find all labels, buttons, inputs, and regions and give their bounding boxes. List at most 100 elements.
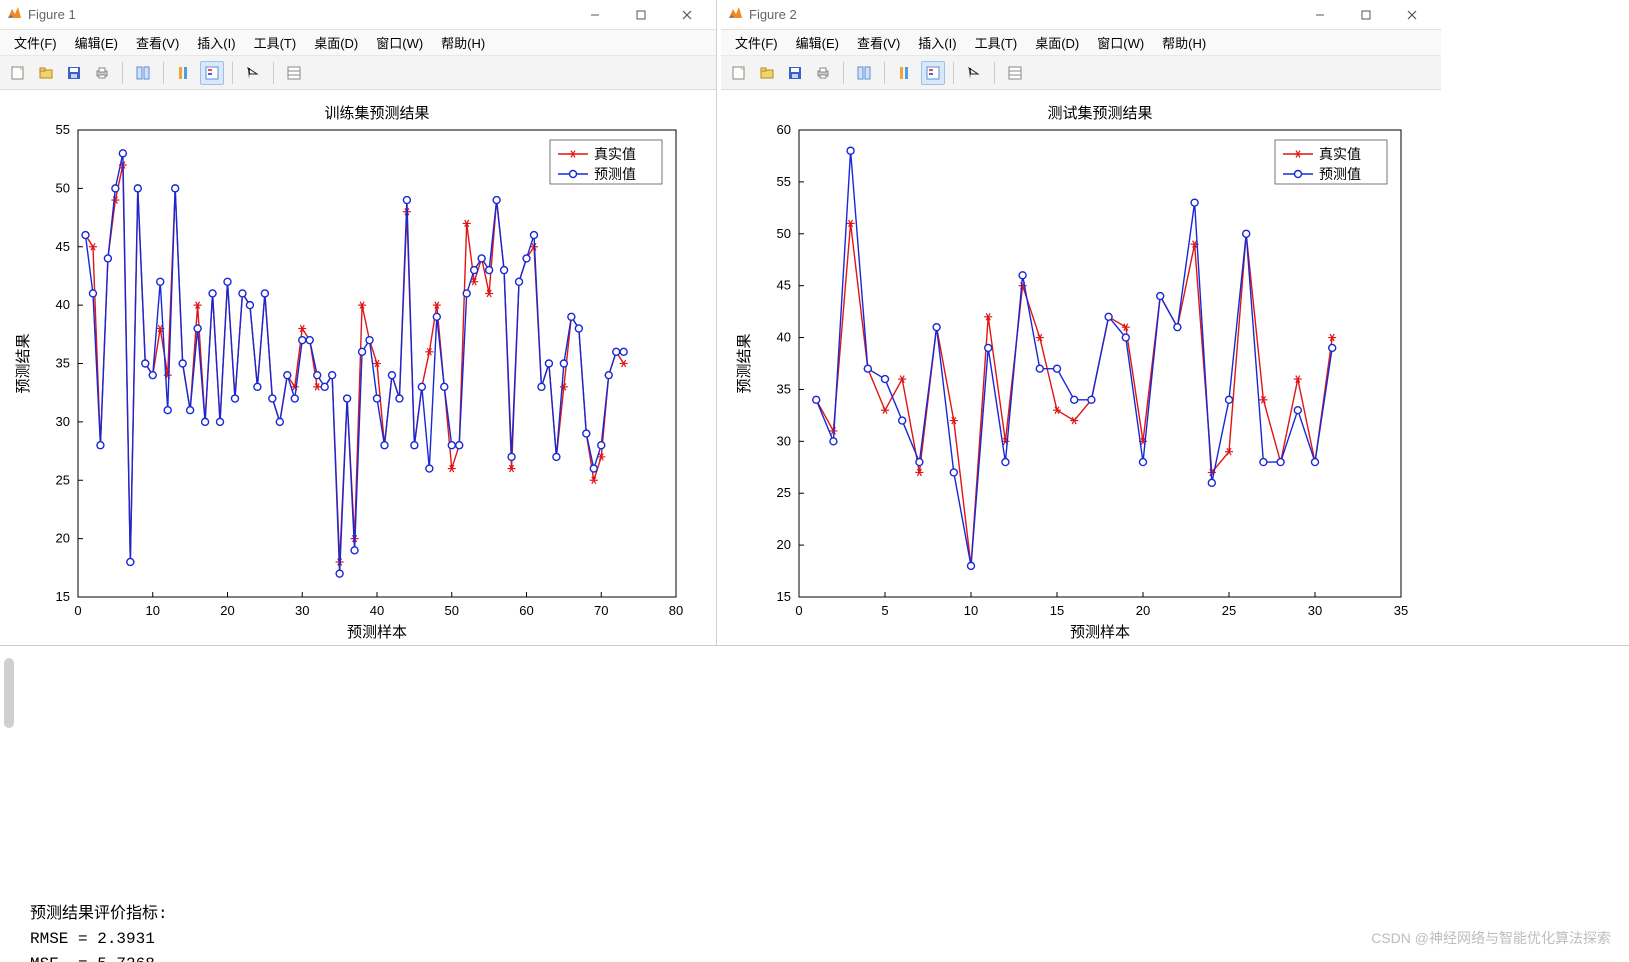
minimize-button[interactable] — [1297, 1, 1343, 29]
svg-text:25: 25 — [777, 485, 791, 500]
menu-edit[interactable]: 编辑(E) — [67, 31, 126, 54]
svg-text:70: 70 — [594, 603, 608, 618]
svg-text:0: 0 — [74, 603, 81, 618]
matlab-icon — [6, 5, 22, 24]
menu-desktop[interactable]: 桌面(D) — [306, 31, 366, 54]
menu-tools[interactable]: 工具(T) — [967, 31, 1026, 54]
menubar: 文件(F) 编辑(E) 查看(V) 插入(I) 工具(T) 桌面(D) 窗口(W… — [0, 30, 716, 56]
insert-legend-icon[interactable] — [921, 61, 945, 85]
window-title: Figure 2 — [749, 7, 797, 22]
menu-insert[interactable]: 插入(I) — [910, 31, 964, 54]
menu-file[interactable]: 文件(F) — [727, 31, 786, 54]
svg-text:45: 45 — [56, 239, 70, 254]
svg-text:40: 40 — [370, 603, 384, 618]
menu-desktop[interactable]: 桌面(D) — [1027, 31, 1087, 54]
svg-text:60: 60 — [519, 603, 533, 618]
titlebar: Figure 1 — [0, 0, 716, 30]
menu-help[interactable]: 帮助(H) — [433, 31, 493, 54]
svg-text:测试集预测结果: 测试集预测结果 — [1047, 105, 1152, 122]
svg-text:10: 10 — [964, 603, 978, 618]
minimize-button[interactable] — [572, 1, 618, 29]
svg-text:15: 15 — [56, 589, 70, 604]
svg-text:30: 30 — [56, 414, 70, 429]
titlebar: Figure 2 — [721, 0, 1441, 30]
close-button[interactable] — [1389, 1, 1435, 29]
toolbar — [0, 56, 716, 90]
insert-colorbar-icon[interactable] — [893, 61, 917, 85]
svg-text:20: 20 — [777, 537, 791, 552]
menu-insert[interactable]: 插入(I) — [189, 31, 243, 54]
svg-text:15: 15 — [1050, 603, 1064, 618]
svg-text:20: 20 — [1136, 603, 1150, 618]
svg-text:40: 40 — [56, 297, 70, 312]
axes-figure-1[interactable]: 01020304050607080152025303540455055训练集预测… — [0, 90, 716, 645]
svg-text:30: 30 — [295, 603, 309, 618]
command-window-output: 预测结果评价指标: RMSE = 2.3931 MSE = 5.7268 MAE… — [0, 645, 1629, 962]
menu-window[interactable]: 窗口(W) — [368, 31, 431, 54]
link-axes-icon[interactable] — [852, 61, 876, 85]
svg-text:50: 50 — [445, 603, 459, 618]
menu-help[interactable]: 帮助(H) — [1154, 31, 1214, 54]
open-property-inspector-icon[interactable] — [282, 61, 306, 85]
svg-text:35: 35 — [1394, 603, 1408, 618]
insert-colorbar-icon[interactable] — [172, 61, 196, 85]
svg-text:训练集预测结果: 训练集预测结果 — [324, 105, 429, 122]
menu-tools[interactable]: 工具(T) — [246, 31, 305, 54]
svg-text:30: 30 — [777, 433, 791, 448]
print-icon[interactable] — [90, 61, 114, 85]
new-figure-icon[interactable] — [6, 61, 30, 85]
scrollbar-thumb[interactable] — [4, 658, 14, 728]
menu-window[interactable]: 窗口(W) — [1089, 31, 1152, 54]
svg-text:15: 15 — [777, 589, 791, 604]
menu-view[interactable]: 查看(V) — [849, 31, 908, 54]
toolbar — [721, 56, 1441, 90]
save-icon[interactable] — [783, 61, 807, 85]
menu-view[interactable]: 查看(V) — [128, 31, 187, 54]
close-button[interactable] — [664, 1, 710, 29]
svg-text:35: 35 — [56, 356, 70, 371]
svg-text:25: 25 — [1222, 603, 1236, 618]
save-icon[interactable] — [62, 61, 86, 85]
svg-text:35: 35 — [777, 381, 791, 396]
svg-text:25: 25 — [56, 472, 70, 487]
insert-legend-icon[interactable] — [200, 61, 224, 85]
svg-text:预测结果: 预测结果 — [736, 333, 753, 393]
menu-edit[interactable]: 编辑(E) — [788, 31, 847, 54]
new-figure-icon[interactable] — [727, 61, 751, 85]
svg-text:50: 50 — [777, 226, 791, 241]
svg-text:30: 30 — [1308, 603, 1322, 618]
svg-text:预测值: 预测值 — [594, 166, 636, 182]
menu-file[interactable]: 文件(F) — [6, 31, 65, 54]
svg-text:20: 20 — [56, 531, 70, 546]
maximize-button[interactable] — [618, 1, 664, 29]
svg-text:55: 55 — [777, 174, 791, 189]
axes-figure-2[interactable]: 0 5 10 15 20 25 30 35 15 20 25 30 35 40 45 50 55 60 测试集预测结… — [721, 90, 1441, 645]
svg-text:10: 10 — [146, 603, 160, 618]
window-title: Figure 1 — [28, 7, 76, 22]
svg-text:预测值: 预测值 — [1319, 166, 1361, 182]
link-axes-icon[interactable] — [131, 61, 155, 85]
svg-text:0: 0 — [795, 603, 802, 618]
svg-text:真实值: 真实值 — [594, 146, 636, 162]
svg-text:55: 55 — [56, 122, 70, 137]
edit-plot-icon[interactable] — [962, 61, 986, 85]
svg-text:真实值: 真实值 — [1319, 146, 1361, 162]
svg-text:50: 50 — [56, 180, 70, 195]
svg-text:60: 60 — [777, 122, 791, 137]
svg-text:预测结果: 预测结果 — [15, 333, 32, 393]
menubar: 文件(F) 编辑(E) 查看(V) 插入(I) 工具(T) 桌面(D) 窗口(W… — [721, 30, 1441, 56]
matlab-icon — [727, 5, 743, 24]
open-property-inspector-icon[interactable] — [1003, 61, 1027, 85]
print-icon[interactable] — [811, 61, 835, 85]
svg-text:预测样本: 预测样本 — [1070, 624, 1130, 641]
open-icon[interactable] — [755, 61, 779, 85]
open-icon[interactable] — [34, 61, 58, 85]
maximize-button[interactable] — [1343, 1, 1389, 29]
figure-window-2: Figure 2 文件(F) 编辑(E) 查看(V) 插入(I) 工具(T) 桌… — [721, 0, 1441, 645]
svg-text:40: 40 — [777, 330, 791, 345]
svg-text:45: 45 — [777, 278, 791, 293]
edit-plot-icon[interactable] — [241, 61, 265, 85]
svg-text:80: 80 — [669, 603, 683, 618]
svg-text:预测样本: 预测样本 — [347, 624, 407, 641]
svg-text:5: 5 — [881, 603, 888, 618]
